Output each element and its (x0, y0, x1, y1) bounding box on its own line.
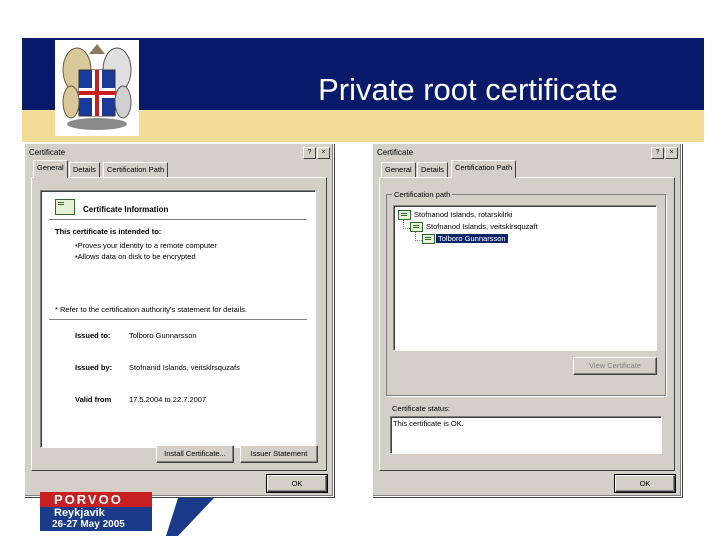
certification-path-panel: Certification path Stofnanod Islands, ro… (379, 177, 675, 471)
ok-button[interactable]: OK (266, 474, 328, 493)
path-item-intermediate[interactable]: Stofnanod Islands, veitsklrsquzaft (426, 222, 538, 231)
slide-title: Private root certificate (318, 72, 618, 107)
help-button[interactable]: ? (303, 147, 316, 159)
tab-details[interactable]: Details (417, 162, 448, 177)
path-item-selected[interactable]: Tolboro Gunnarsson (436, 234, 508, 243)
certificate-icon (398, 210, 411, 220)
logo-reykjavik-text: Reykjavik (54, 507, 105, 519)
valid-from-label: Valid from (75, 395, 112, 404)
dialog-titlebar: Certificate ? × (375, 146, 679, 160)
close-button[interactable]: × (317, 147, 330, 159)
certification-path-group: Certification path Stofnanod Islands, ro… (386, 190, 666, 396)
issued-to-label: Issued to: (75, 331, 111, 340)
dialog-title: Certificate (29, 148, 66, 157)
certificate-status-box: This certificate is OK. (390, 416, 662, 454)
view-certificate-button[interactable]: View Certificate (573, 357, 657, 375)
certification-path-tree: Stofnanod Islands, rotarskilrki Stofnano… (393, 205, 657, 351)
tab-certification-path[interactable]: Certification Path (103, 162, 169, 177)
purpose-item: •Allows data on disk to be encrypted (75, 252, 196, 261)
tree-connector (415, 232, 422, 241)
certificate-status-text: This certificate is OK. (393, 419, 464, 428)
valid-from-value: 17.5.2004 to 22.7.2007 (129, 395, 207, 404)
ok-button[interactable]: OK (614, 474, 676, 493)
certificate-status-label: Certificate status: (392, 404, 450, 413)
logo-date-text: 26-27 May 2005 (52, 519, 125, 530)
certificate-icon (410, 222, 423, 232)
issued-by-value: Stofnanid Islands, veitsklrsquzafs (129, 363, 240, 372)
issued-by-label: Issued by: (75, 363, 113, 372)
tab-details[interactable]: Details (69, 162, 100, 177)
certificate-icon (55, 199, 75, 215)
certification-path-label: Certification path (392, 190, 453, 199)
install-certificate-button[interactable]: Install Certificate... (156, 445, 234, 463)
intended-purposes-heading: This certificate is intended to: (55, 227, 162, 236)
dialog-titlebar: Certificate ? × (27, 146, 331, 160)
logo-porvoo-text: PORVOO (54, 492, 123, 507)
heading-divider (49, 219, 307, 220)
certificate-dialog-general: Certificate ? × General Details Certific… (24, 143, 334, 497)
issued-to-value: Tolboro Gunnarsson (129, 331, 197, 340)
help-button[interactable]: ? (651, 147, 664, 159)
tree-connector (403, 220, 410, 229)
certificate-info-heading: Certificate Information (83, 205, 169, 214)
certificate-info-box: Certificate Information This certificate… (40, 190, 316, 448)
refer-divider (49, 319, 307, 320)
dialog-title: Certificate (377, 148, 414, 157)
purpose-item: •Proves your identity to a remote comput… (75, 241, 217, 250)
issuer-statement-button[interactable]: Issuer Statement (240, 445, 318, 463)
porvoo-conference-logo: PORVOO Reykjavik 26-27 May 2005 (28, 478, 218, 536)
tab-general[interactable]: General (33, 160, 68, 178)
tab-certification-path[interactable]: Certification Path (451, 160, 517, 178)
tab-general[interactable]: General (381, 162, 416, 177)
close-button[interactable]: × (665, 147, 678, 159)
certificate-dialog-path: Certificate ? × General Details Certific… (372, 143, 682, 497)
general-tab-panel: Certificate Information This certificate… (31, 177, 327, 471)
refer-statement-note: * Refer to the certification authority's… (55, 305, 247, 314)
path-item-root[interactable]: Stofnanod Islands, rotarskilrki (414, 210, 512, 219)
iceland-coat-of-arms-logo (55, 40, 139, 136)
certificate-icon (422, 234, 435, 244)
